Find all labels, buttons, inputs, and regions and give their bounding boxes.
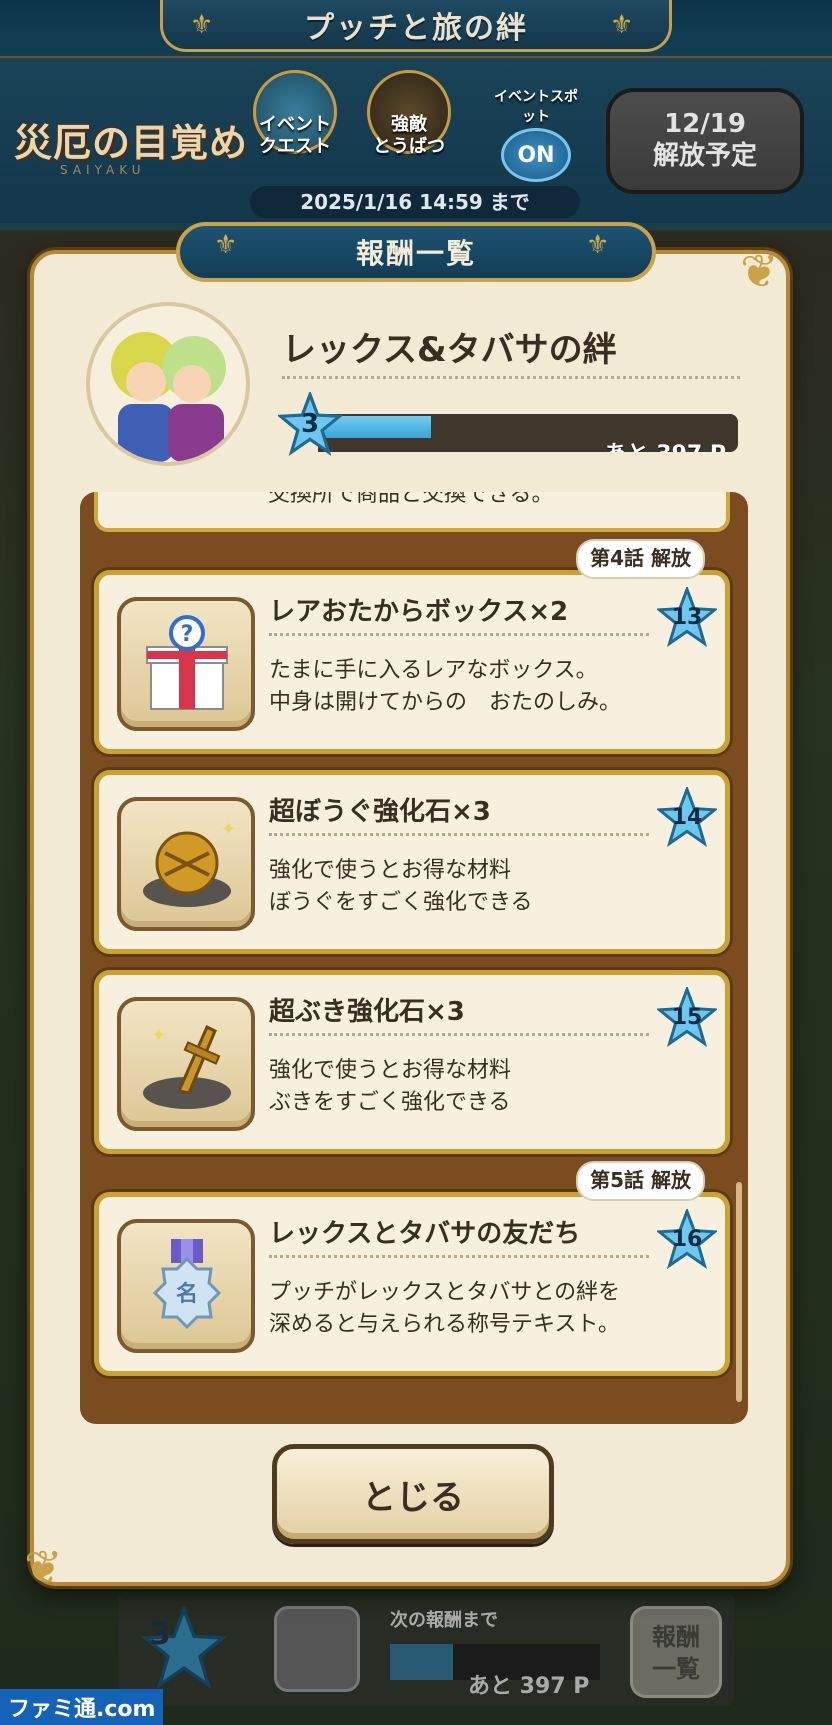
bottom-remaining: あと 397 P (468, 1674, 590, 1699)
modal-title: 報酬一覧 (176, 222, 656, 282)
bottom-level: 3 (149, 1616, 171, 1652)
armor-stone-icon: ✦ (117, 797, 255, 931)
reward-list[interactable]: 交換所で商品と交換できる。 第4話 解放 ? レアおたからボックス×2 たまに手… (80, 492, 748, 1424)
avatar[interactable] (274, 1606, 360, 1692)
reward-desc-line: 深めると与えられる称号テキスト。 (269, 1312, 620, 1337)
unlock-badge: 第5話 解放 (576, 1161, 705, 1201)
svg-text:?: ? (181, 622, 194, 647)
fleur-ornament-icon: ⚜ (610, 10, 634, 40)
reward-item-15[interactable]: ✦ 超ぶき強化石×3 強化で使うとお得な材料 ぶきをすごく強化できる 15 (94, 970, 730, 1154)
character-portrait (86, 302, 250, 466)
svg-text:名: 名 (176, 1281, 198, 1307)
event-logo: 災厄の目覚め (14, 121, 249, 165)
release-label: 解放予定 (652, 141, 757, 171)
release-schedule-button[interactable]: 12/19 解放予定 (606, 88, 804, 194)
reward-name: 超ぼうぐ強化石×3 (269, 797, 491, 827)
event-deadline: 2025/1/16 14:59 まで (250, 186, 580, 218)
reward-level: 13 (671, 604, 703, 630)
list-item: 交換所で商品と交換できる。 (94, 492, 730, 532)
divider (269, 833, 649, 836)
close-button[interactable]: とじる (272, 1444, 554, 1544)
bottom-progress-fill (390, 1644, 453, 1680)
fleur-ornament-icon: ⚜ (586, 230, 610, 260)
reward-desc-line: 強化で使うとお得な材料 (269, 1058, 512, 1083)
divider (269, 1033, 649, 1036)
reward-level: 14 (671, 804, 703, 830)
reward-description: 強化で使うとお得な材料 ぼうぐをすごく強化できる (269, 855, 533, 919)
corner-ornament-icon: ❦ (740, 244, 779, 298)
release-date: 12/19 (664, 109, 746, 139)
reward-desc-line: 強化で使うとお得な材料 (269, 858, 512, 883)
reward-item-14[interactable]: ✦ 超ぼうぐ強化石×3 強化で使うとお得な材料 ぼうぐをすごく強化できる 14 (94, 770, 730, 954)
bond-remaining: あと 397 P (605, 436, 738, 452)
bond-progress-bar: あと 397 P (318, 414, 738, 452)
weapon-stone-icon: ✦ (117, 997, 255, 1131)
reward-list-button[interactable]: 報酬 一覧 (630, 1606, 722, 1698)
reward-item-16[interactable]: 第5話 解放 名 レックスとタバサの友だち プッチがレックスとタバサとの絆を 深… (94, 1161, 730, 1376)
corner-ornament-icon: ❦ (24, 1540, 63, 1594)
boss-battle-label: 強敵 とうばつ (373, 114, 445, 157)
character-portrait-icon (111, 332, 226, 462)
page-title: プッチと旅の絆 (160, 0, 672, 52)
divider (269, 633, 649, 636)
watermark: ファミ通.com (0, 1689, 164, 1725)
reward-description: プッチがレックスとタバサとの絆を 深めると与えられる称号テキスト。 (269, 1277, 620, 1341)
reward-level: 16 (671, 1226, 703, 1252)
event-quest-label: イベント クエスト (259, 114, 331, 157)
character-name: レックス&タバサの絆 (282, 330, 617, 370)
bond-level: 3 (300, 409, 320, 439)
reward-item-13[interactable]: 第4話 解放 ? レアおたからボックス×2 たまに手に入るレアなボックス。 中身… (94, 539, 730, 754)
reward-desc-line: ぶきをすごく強化できる (269, 1090, 511, 1115)
unlock-badge: 第4話 解放 (576, 539, 705, 579)
divider (269, 1255, 649, 1258)
event-quest-button[interactable]: イベント クエスト (250, 70, 340, 158)
reward-name: レアおたからボックス×2 (269, 597, 569, 627)
scrollbar[interactable] (736, 1182, 742, 1402)
reward-desc-line: たまに手に入るレアなボックス。 (269, 658, 598, 683)
gift-box-icon: ? (117, 597, 255, 731)
partial-item-text: 交換所で商品と交換できる。 (268, 492, 554, 507)
fleur-ornament-icon: ⚜ (214, 230, 238, 260)
event-spot-label: イベントスポット (494, 89, 578, 125)
title-medal-icon: 名 (117, 1219, 255, 1353)
reward-name: レックスとタバサの友だち (269, 1219, 581, 1249)
reward-description: たまに手に入るレアなボックス。 中身は開けてからの おたのしみ。 (269, 655, 621, 719)
reward-name: 超ぶき強化石×3 (269, 997, 465, 1027)
divider (282, 376, 740, 379)
reward-level: 15 (671, 1004, 703, 1030)
fleur-ornament-icon: ⚜ (190, 10, 214, 40)
svg-text:✦: ✦ (221, 819, 236, 840)
event-logo-sub: SAIYAKU (60, 163, 146, 177)
reward-desc-line: 中身は開けてからの おたのしみ。 (269, 690, 622, 715)
boss-battle-button[interactable]: 強敵 とうばつ (364, 70, 454, 158)
next-reward-label: 次の報酬まで (390, 1610, 498, 1631)
reward-desc-line: プッチがレックスとタバサとの絆を (269, 1280, 621, 1305)
event-spot-toggle[interactable]: イベントスポット ON (488, 86, 584, 182)
bottom-status-bar: 3 次の報酬まで あと 397 P 報酬 一覧 (118, 1592, 734, 1706)
svg-text:✦: ✦ (151, 1025, 166, 1046)
reward-description: 強化で使うとお得な材料 ぶきをすごく強化できる (269, 1055, 511, 1119)
event-spot-state: ON (501, 128, 571, 182)
reward-desc-line: ぼうぐをすごく強化できる (269, 890, 533, 915)
